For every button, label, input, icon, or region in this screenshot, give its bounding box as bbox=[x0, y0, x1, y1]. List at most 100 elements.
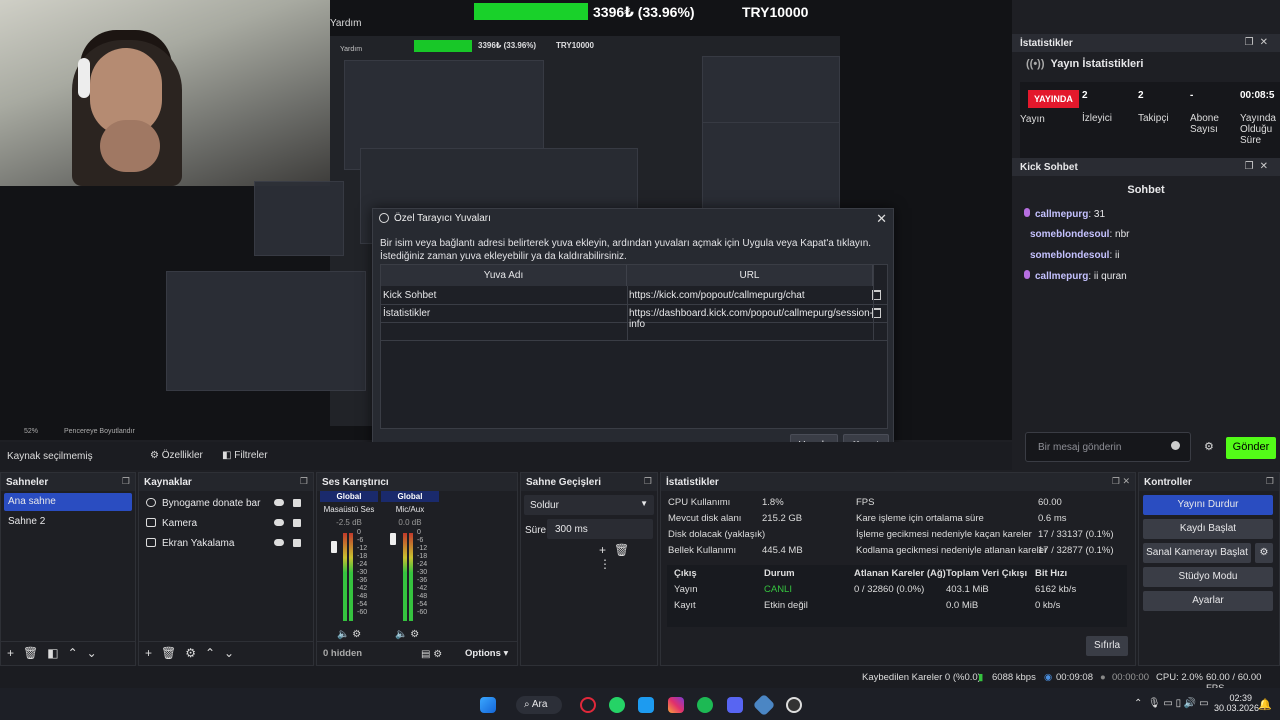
meter-tick: -54 bbox=[417, 601, 428, 608]
out-header: Bit Hızı bbox=[1035, 568, 1068, 579]
windows-start-icon[interactable] bbox=[480, 697, 496, 713]
volume-fader[interactable] bbox=[331, 541, 337, 553]
discord-icon[interactable] bbox=[727, 697, 743, 713]
twitter-icon[interactable] bbox=[638, 697, 654, 713]
scene-item[interactable]: Ana sahne bbox=[4, 493, 132, 511]
controls-title: Kontroller ❐ bbox=[1139, 473, 1279, 491]
dropped-frames: Kaybedilen Kareler 0 (%0.0) bbox=[862, 672, 981, 683]
reset-button[interactable]: Sıfırla bbox=[1086, 636, 1128, 656]
scene-item[interactable]: Sahne 2 bbox=[4, 513, 132, 531]
settings-button[interactable]: Ayarlar bbox=[1143, 591, 1273, 611]
speaker-icon[interactable]: 🔈 ⚙ bbox=[337, 629, 361, 640]
sources-title: Kaynaklar ❐ bbox=[139, 473, 313, 491]
stop-stream-button[interactable]: Yayını Durdur bbox=[1143, 495, 1273, 515]
emoji-icon[interactable] bbox=[1171, 441, 1180, 450]
meter-tick: 0 bbox=[357, 529, 361, 536]
mic-icon bbox=[1024, 270, 1030, 279]
studio-mode-button[interactable]: Stüdyo Modu bbox=[1143, 567, 1273, 587]
out-header: Atlanan Kareler (Ağ) bbox=[854, 568, 946, 579]
col-header-name: Yuva Adı bbox=[381, 265, 627, 286]
lock-icon[interactable] bbox=[293, 499, 301, 507]
clock[interactable]: 02:39 30.03.2026 bbox=[1214, 693, 1259, 713]
start-record-button[interactable]: Kaydı Başlat bbox=[1143, 519, 1273, 539]
lock-icon[interactable] bbox=[293, 519, 301, 527]
eye-icon[interactable] bbox=[274, 539, 284, 546]
custom-browser-docks-dialog: Özel Tarayıcı Yuvaları ✕ Bir isim veya b… bbox=[372, 208, 894, 464]
mixer-layout-icon[interactable]: ▤ ⚙ bbox=[421, 649, 442, 660]
stream-time: 00:09:08 bbox=[1056, 672, 1093, 683]
out-header: Çıkış bbox=[674, 568, 697, 579]
transition-toolbar[interactable]: +🗑⋮ bbox=[599, 543, 657, 571]
instagram-icon[interactable] bbox=[668, 697, 684, 713]
monitor-icon bbox=[146, 538, 156, 547]
source-item[interactable]: Ekran Yakalama bbox=[144, 535, 308, 553]
search-box[interactable]: ⌕ Ara bbox=[516, 696, 562, 714]
app-icon[interactable] bbox=[752, 693, 776, 717]
lock-icon[interactable] bbox=[293, 539, 301, 547]
nested-resize-label: Pencereye Boyutlandır bbox=[64, 428, 135, 435]
stat-value: 445.4 MB bbox=[762, 545, 803, 556]
table-row[interactable]: İstatistikler https://dashboard.kick.com/… bbox=[381, 305, 887, 330]
meter-tick: -6 bbox=[417, 537, 424, 544]
table-row[interactable]: Kick Sohbet https://kick.com/popout/callm… bbox=[381, 287, 887, 305]
send-button[interactable]: Gönder bbox=[1226, 437, 1276, 459]
menu-yardim: Yardım bbox=[330, 18, 362, 29]
nested-target: TRY10000 bbox=[556, 41, 594, 50]
meter-tick: -18 bbox=[417, 553, 428, 560]
speaker-icon[interactable]: 🔈 ⚙ bbox=[395, 629, 419, 640]
meter-tick: -12 bbox=[357, 545, 368, 552]
out-cell: 0 kb/s bbox=[1035, 600, 1061, 611]
dock-controls[interactable]: ❐✕ bbox=[1245, 161, 1274, 172]
notification-icon[interactable]: 🔔 bbox=[1258, 698, 1272, 711]
volume-meter bbox=[409, 533, 413, 621]
eye-icon[interactable] bbox=[274, 499, 284, 506]
nested-zoom: 52% bbox=[24, 428, 39, 435]
table-row-empty[interactable] bbox=[381, 323, 887, 341]
stat-label: Kodlama gecikmesi nedeniyle atlanan kare… bbox=[856, 545, 1048, 556]
meter-tick: -48 bbox=[417, 593, 428, 600]
chat-message: someblondesoul: ii bbox=[1030, 250, 1120, 261]
donation-progress-bar bbox=[474, 3, 589, 20]
source-item[interactable]: Kamera bbox=[144, 515, 308, 533]
close-icon[interactable]: ✕ bbox=[876, 211, 887, 227]
mic-icon bbox=[1024, 208, 1030, 217]
webcam-feed bbox=[0, 0, 330, 186]
stats-card: YAYINDA Yayın 2 İzleyici 2 Takipçi - Abone … bbox=[1020, 82, 1280, 162]
stat-value: 60.00 bbox=[1038, 497, 1062, 508]
properties-button[interactable]: ⚙ Özellikler bbox=[150, 447, 203, 465]
meter-tick: -42 bbox=[357, 585, 368, 592]
volume-fader[interactable] bbox=[390, 533, 396, 545]
filters-button[interactable]: ◧ Filtreler bbox=[222, 447, 268, 465]
virtual-camera-settings-icon[interactable]: ⚙ bbox=[1255, 543, 1273, 563]
dock-controls[interactable]: ❐✕ bbox=[1245, 37, 1274, 48]
nested-dock-block bbox=[166, 271, 366, 391]
dialog-description: Bir isim veya bağlantı adresi belirterek… bbox=[380, 238, 872, 262]
scenes-toolbar[interactable]: +🗑◧⌃⌄ bbox=[1, 641, 135, 665]
scenes-title: Sahneler ❐ bbox=[1, 473, 135, 491]
transition-select[interactable]: Soldur ▼ bbox=[524, 495, 654, 515]
chat-settings-icon[interactable]: ⚙ bbox=[1204, 440, 1214, 453]
whatsapp-icon[interactable] bbox=[609, 697, 625, 713]
eye-icon[interactable] bbox=[274, 519, 284, 526]
stat-label: İşleme gecikmesi nedeniyle kaçan kareler bbox=[856, 529, 1032, 540]
sources-toolbar[interactable]: +🗑⚙⌃⌄ bbox=[139, 641, 313, 665]
opera-icon[interactable] bbox=[580, 697, 596, 713]
chat-message: someblondesoul: nbr bbox=[1030, 229, 1130, 240]
mixer-title: Ses Karıştırıcı bbox=[317, 473, 517, 491]
stream-icon: ◉ bbox=[1044, 672, 1053, 683]
obs-icon[interactable] bbox=[786, 697, 802, 713]
duration-input[interactable]: 300 ms bbox=[547, 519, 653, 539]
chat-message: callmepurg: 31 bbox=[1024, 208, 1105, 220]
stat-label: Disk dolacak (yaklaşık) bbox=[668, 529, 766, 540]
chat-dock-titlebar: Kick Sohbet ❐✕ bbox=[1012, 158, 1280, 176]
transitions-dock: Sahne Geçişleri ❐ Soldur ▼ Süre 300 ms +🗑⋮ bbox=[520, 472, 658, 666]
docks-table: Yuva Adı URL Kick Sohbet https://kick.com… bbox=[380, 264, 888, 429]
tray-icons[interactable]: ⌃ 🎙 ▭ ▯ 🔊 ▭ bbox=[1134, 698, 1209, 709]
source-item[interactable]: Bynogame donate bar bbox=[144, 495, 308, 513]
browser-docks: İstatistikler ❐✕ ((•)) Yayın İstatistikle… bbox=[1012, 32, 1280, 464]
chat-input[interactable]: Bir mesaj gönderin bbox=[1025, 432, 1191, 462]
stat-subs: - Abone Sayısı bbox=[1190, 90, 1219, 135]
spotify-icon[interactable] bbox=[697, 697, 713, 713]
options-button[interactable]: Options ▾ bbox=[465, 648, 508, 659]
virtual-camera-button[interactable]: Sanal Kamerayı Başlat bbox=[1143, 543, 1251, 563]
